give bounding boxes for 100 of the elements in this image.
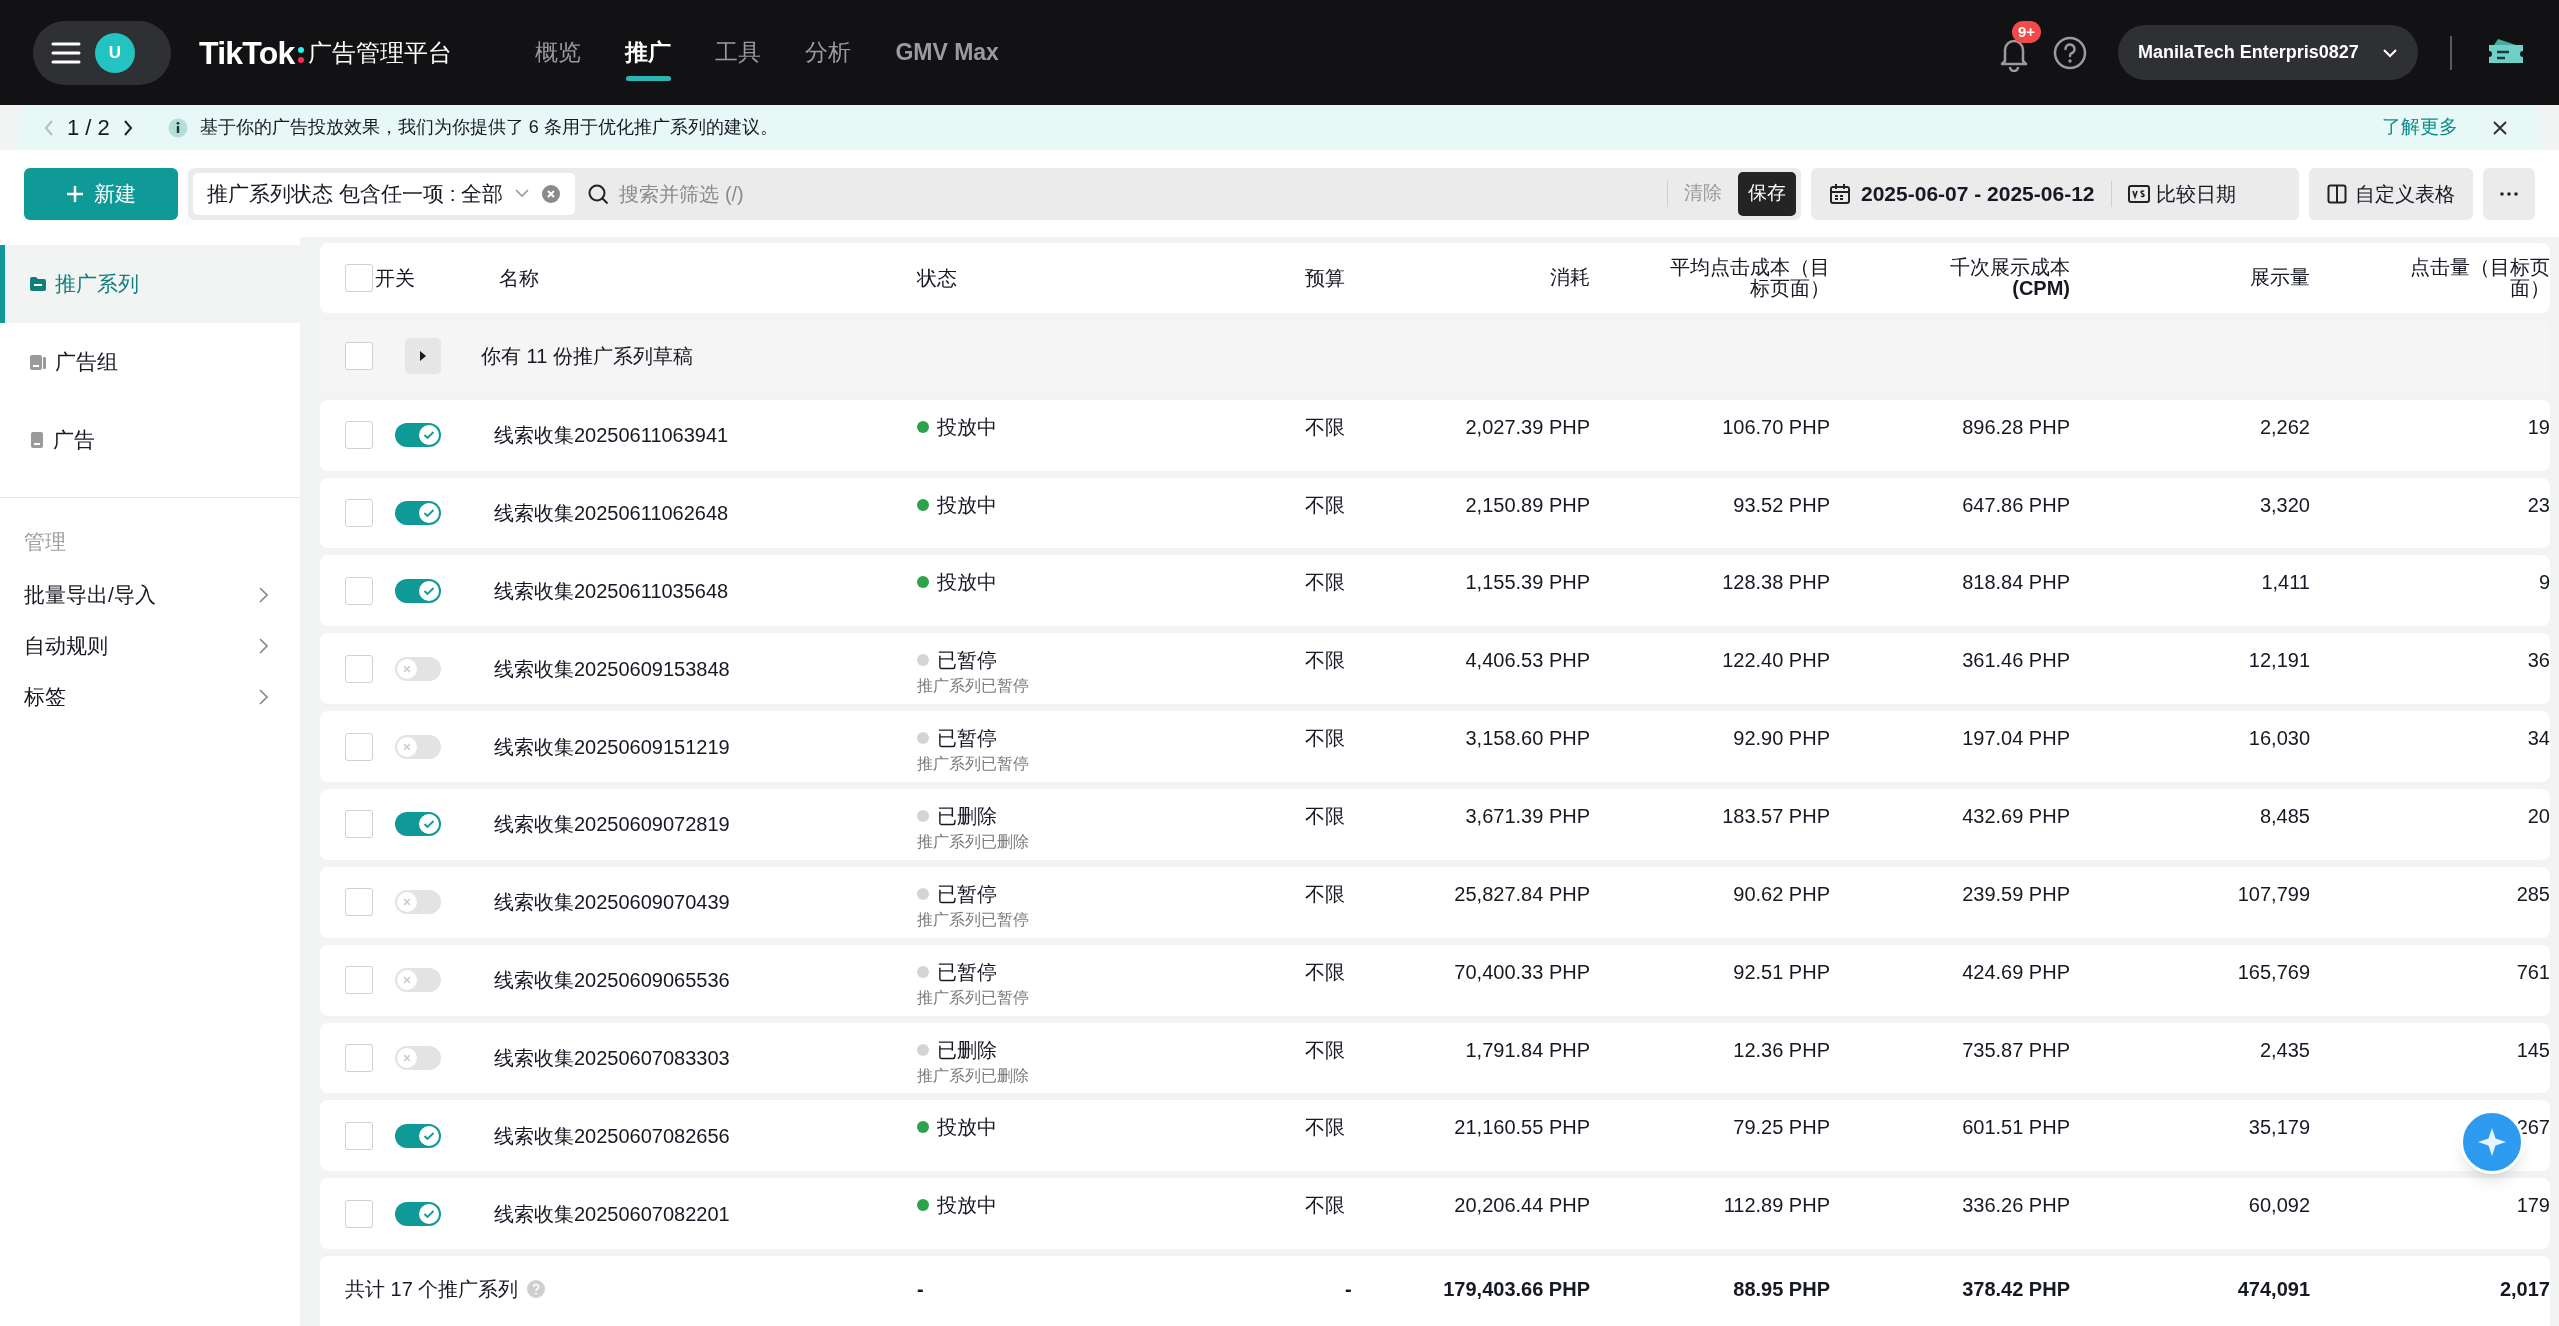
nav-tab[interactable]: 概览 [518, 0, 599, 105]
account-dropdown[interactable]: ManilaTech Enterpris0827 [2118, 25, 2418, 80]
pager-text: 1 / 2 [67, 114, 110, 142]
table-cell: 2,435 [2259, 1038, 2310, 1061]
checkbox[interactable] [345, 966, 373, 995]
checkbox[interactable] [345, 499, 373, 527]
chevron-left-icon [43, 118, 55, 137]
chevron-right-icon [259, 689, 268, 705]
help-icon [2052, 34, 2088, 71]
toggle-switch[interactable] [395, 890, 441, 915]
table-cell: 197.04 PHP [1962, 727, 2070, 750]
table-cell: 2,150.89 PHP [1465, 493, 1590, 516]
chevron-right-icon [259, 638, 268, 654]
checkbox[interactable] [345, 342, 373, 371]
table-cell: 36 [2527, 649, 2550, 672]
table-cell: 2,262 [2259, 415, 2310, 438]
table-cell: 106.70 PHP [1722, 415, 1830, 438]
status-note: 推广系列已删除 [917, 1065, 1030, 1086]
cross-icon [403, 1054, 411, 1062]
checkbox[interactable] [345, 732, 373, 761]
search-icon [587, 182, 610, 205]
nav-tab[interactable]: 工具 [698, 0, 779, 105]
nav-tab[interactable]: GMV Max [878, 0, 1016, 105]
save-button[interactable]: 保存 [1738, 171, 1796, 216]
sidebar-menu-item[interactable]: 标签 [0, 671, 300, 723]
notification-badge: 9+ [2012, 20, 2042, 43]
learn-more-link[interactable]: 了解更多 [2382, 113, 2458, 142]
checkbox[interactable] [345, 1121, 373, 1150]
close-icon [2492, 119, 2508, 136]
nav-tab[interactable]: 推广 [608, 0, 689, 105]
table-cell: 不限 [1305, 1116, 1345, 1139]
checkbox[interactable] [345, 263, 373, 292]
checkbox[interactable] [345, 1199, 373, 1228]
table-cell: 12.36 PHP [1733, 1038, 1830, 1061]
expand-button[interactable] [405, 338, 441, 375]
checkbox[interactable] [345, 810, 373, 839]
status-label: 已暂停 [937, 959, 997, 985]
table-cell: 16,030 [2248, 727, 2310, 750]
checkbox[interactable] [345, 888, 373, 917]
stacked-pages-icon [29, 353, 47, 371]
compare-dates-button[interactable]: 比较日期 [2111, 178, 2236, 209]
table-cell: 145 [2516, 1038, 2550, 1061]
campaign-name: 线索收集20250607082201 [493, 1201, 731, 1227]
table-cell: 25,827.84 PHP [1454, 882, 1590, 905]
folder-icon [29, 276, 47, 292]
table-cell: 3,320 [2259, 493, 2310, 516]
toggle-switch[interactable] [395, 734, 441, 759]
nav-tab[interactable]: 分析 [788, 0, 869, 105]
sidebar-item[interactable]: 推广系列 [0, 245, 300, 323]
more-button[interactable] [2483, 167, 2535, 220]
table-cell: 3,158.60 PHP [1465, 727, 1590, 750]
column-header: 千次展示成本 (CPM) [1949, 256, 2070, 299]
table-cell: 19 [2527, 415, 2550, 438]
checkbox[interactable] [345, 576, 373, 605]
sidebar-menu-item[interactable]: 自动规则 [0, 620, 300, 672]
clear-filter-icon [541, 183, 562, 204]
campaign-name: 线索收集20250609065536 [493, 968, 731, 994]
status-label: 已暂停 [937, 648, 997, 674]
table-cell: 不限 [1305, 415, 1345, 438]
column-header: 开关 [375, 265, 416, 291]
toggle-switch[interactable] [395, 501, 441, 525]
column-header: 平均点击成本（目标页面） [1669, 256, 1830, 299]
campaign-name: 线索收集20250611035648 [493, 578, 730, 604]
cross-icon [403, 898, 411, 907]
toggle-switch[interactable] [395, 1201, 441, 1226]
column-header: 名称 [498, 265, 540, 291]
table-cell-text: 179,403.66 PHP [1442, 1277, 1590, 1303]
toggle-switch[interactable] [395, 656, 441, 681]
table-cell: 23 [2527, 493, 2550, 516]
toggle-switch[interactable] [395, 968, 441, 993]
table-cell: 20 [2527, 805, 2550, 827]
checkbox[interactable] [345, 1044, 373, 1072]
toggle-switch[interactable] [395, 1046, 441, 1070]
table-cell: 1,411 [2261, 571, 2310, 594]
checkbox[interactable] [345, 654, 373, 683]
toggle-switch[interactable] [395, 423, 441, 448]
chevron-down-icon [2382, 47, 2398, 58]
check-icon [423, 819, 435, 830]
table-cell: 896.28 PHP [1962, 415, 2070, 438]
status-label: 已删除 [937, 804, 997, 829]
table-cell: 不限 [1305, 882, 1345, 905]
toggle-switch[interactable] [395, 812, 441, 837]
customize-table-button[interactable]: 自定义表格 [2309, 167, 2473, 220]
column-header: 点击量（目标页面） [2409, 256, 2550, 299]
toggle-switch[interactable] [395, 1123, 441, 1148]
table-cell: 1,791.84 PHP [1465, 1038, 1590, 1061]
table-cell: 20,206.44 PHP [1454, 1194, 1590, 1217]
toggle-switch[interactable] [395, 578, 441, 603]
table-cell: 60,092 [2248, 1194, 2310, 1217]
table-cell-text: 474,091 [2236, 1277, 2310, 1303]
table-cell: 647.86 PHP [1962, 493, 2070, 516]
filter-search-bar[interactable]: 推广系列状态 包含任一项 : 全部 搜索并筛选 (/) 清除 保存 [188, 167, 1801, 220]
sidebar-menu-item[interactable]: 批量导出/导入 [0, 569, 300, 621]
sidebar-item[interactable]: 广告组 [0, 323, 300, 401]
sidebar-item[interactable]: 广告 [0, 401, 300, 479]
vs-icon [2127, 184, 2150, 203]
menu-icon [51, 40, 81, 65]
date-range-picker[interactable]: 2025-06-07 - 2025-06-12 [1829, 177, 2111, 210]
checkbox[interactable] [345, 421, 373, 450]
filter-chip[interactable]: 推广系列状态 包含任一项 : 全部 [193, 172, 576, 215]
